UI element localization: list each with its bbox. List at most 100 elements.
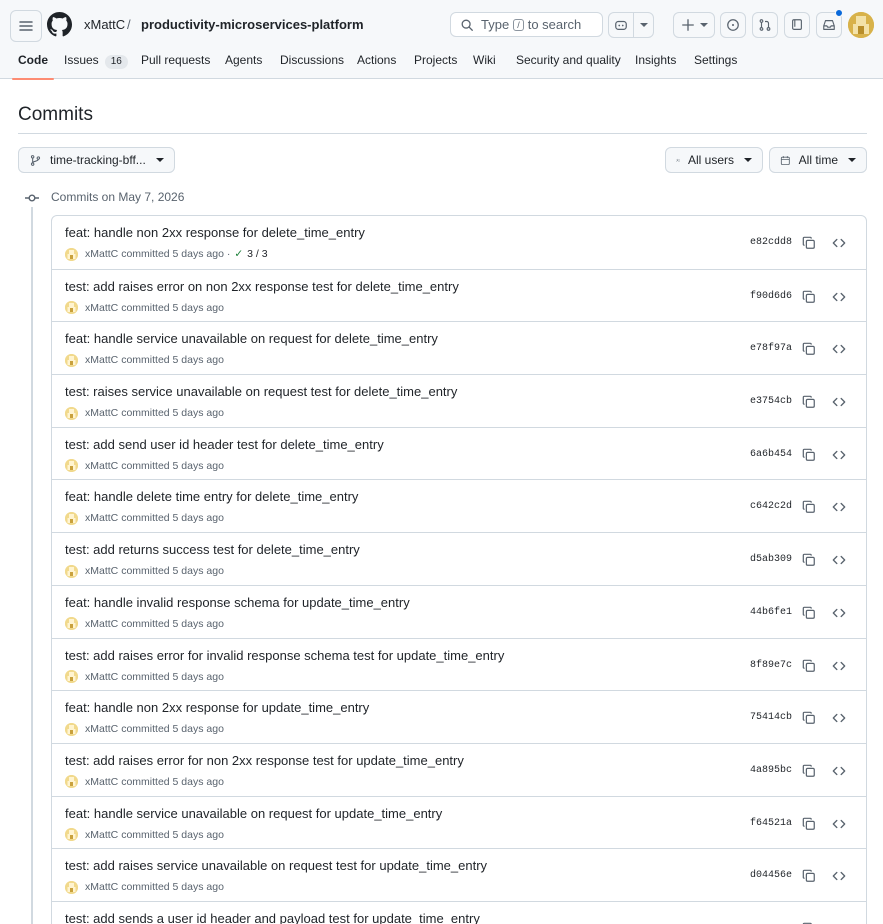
commit-author[interactable]: xMattC [85,776,118,788]
commit-sha[interactable]: 8f89e7c [750,660,792,671]
commit-author[interactable]: xMattC [85,248,118,260]
copy-sha-button[interactable] [798,549,820,571]
browse-files-button[interactable] [828,865,850,887]
commit-author[interactable]: xMattC [85,302,118,314]
commit-sha[interactable]: 44b6fe1 [750,607,792,618]
commit-row[interactable]: feat: handle service unavailable on requ… [52,795,866,849]
commit-sha[interactable]: e78f97a [750,343,792,354]
commit-author[interactable]: xMattC [85,723,118,735]
time-filter-button[interactable]: All time [769,147,867,173]
commit-message[interactable]: test: add raises error on non 2xx respon… [65,279,459,295]
github-logo-icon[interactable] [47,12,72,37]
commit-row[interactable]: test: add raises error for invalid respo… [52,637,866,691]
copy-sha-button[interactable] [798,813,820,835]
commit-author[interactable]: xMattC [85,565,118,577]
commit-sha[interactable]: e3754cb [750,396,792,407]
commit-author[interactable]: xMattC [85,671,118,683]
tab-wiki[interactable]: Wiki [473,48,496,79]
commit-author[interactable]: xMattC [85,829,118,841]
tab-code[interactable]: Code [12,48,54,80]
author-avatar[interactable] [65,564,78,578]
tab-projects[interactable]: Projects [414,48,457,79]
tab-discussions[interactable]: Discussions [280,48,344,79]
search-input[interactable]: Type / to search [450,12,603,37]
commit-sha[interactable]: 75414cb [750,712,792,723]
commit-sha[interactable]: d04456e [750,870,792,881]
commit-message[interactable]: test: add send user id header test for d… [65,437,384,453]
copy-sha-button[interactable] [798,391,820,413]
author-avatar[interactable] [65,880,78,894]
author-avatar[interactable] [65,722,78,736]
copy-sha-button[interactable] [798,444,820,466]
copilot-dropdown-button[interactable] [633,13,653,37]
tab-security-and-quality[interactable]: Security and quality [516,48,621,79]
branch-selector-button[interactable]: time-tracking-bff... [18,147,175,173]
copy-sha-button[interactable] [798,286,820,308]
copilot-button[interactable] [609,13,633,37]
copy-sha-button[interactable] [798,338,820,360]
tab-actions[interactable]: Actions [357,48,396,79]
browse-files-button[interactable] [828,232,850,254]
tab-issues[interactable]: Issues 16 [64,48,128,79]
tab-pull-requests[interactable]: Pull requests [141,48,210,79]
commit-message[interactable]: feat: handle non 2xx response for delete… [65,225,365,241]
commit-sha[interactable]: 4a895bc [750,765,792,776]
copy-sha-button[interactable] [798,496,820,518]
author-avatar[interactable] [65,459,78,473]
repositories-button[interactable] [784,12,810,38]
tab-insights[interactable]: Insights [635,48,676,79]
browse-files-button[interactable] [828,655,850,677]
commit-sha[interactable]: f90d6d6 [750,291,792,302]
user-avatar[interactable] [848,12,874,38]
commit-message[interactable]: test: add raises service unavailable on … [65,858,487,874]
commit-row[interactable]: test: add raises service unavailable on … [52,848,866,901]
pull-requests-button[interactable] [752,12,778,38]
browse-files-button[interactable] [828,707,850,729]
tab-agents[interactable]: Agents [225,48,262,79]
commit-row[interactable]: test: add raises error on non 2xx respon… [52,268,866,322]
author-avatar[interactable] [65,353,78,367]
copy-sha-button[interactable] [798,865,820,887]
browse-files-button[interactable] [828,496,850,518]
commit-author[interactable]: xMattC [85,460,118,472]
hamburger-menu-button[interactable] [10,10,42,42]
copy-sha-button[interactable] [798,232,820,254]
commit-message[interactable]: feat: handle delete time entry for delet… [65,489,358,505]
users-filter-button[interactable]: All users [665,147,763,173]
commit-sha[interactable]: e82cdd8 [750,237,792,248]
commit-message[interactable]: feat: handle service unavailable on requ… [65,806,442,822]
browse-files-button[interactable] [828,549,850,571]
commit-sha[interactable]: f64521a [750,818,792,829]
browse-files-button[interactable] [828,338,850,360]
commit-row[interactable]: test: add returns success test for delet… [52,532,866,585]
author-avatar[interactable] [65,511,78,525]
copy-sha-button[interactable] [798,655,820,677]
commit-row[interactable]: test: add sends a user id header and pay… [52,900,866,924]
commit-row[interactable]: feat: handle invalid response schema for… [52,584,866,638]
browse-files-button[interactable] [828,813,850,835]
author-avatar[interactable] [65,670,78,683]
commit-row[interactable]: feat: handle non 2xx response for delete… [52,216,866,269]
commit-message[interactable]: test: add sends a user id header and pay… [65,911,480,924]
commit-row[interactable]: feat: handle service unavailable on requ… [52,321,866,374]
commit-message[interactable]: feat: handle non 2xx response for update… [65,700,369,716]
commit-sha[interactable]: d5ab309 [750,554,792,565]
commit-message[interactable]: test: add returns success test for delet… [65,542,360,558]
commit-author[interactable]: xMattC [85,354,118,366]
commit-sha[interactable]: c642c2d [750,501,792,512]
author-avatar[interactable] [65,617,78,631]
browse-files-button[interactable] [828,286,850,308]
commit-sha[interactable]: 6a6b454 [750,449,792,460]
commit-author[interactable]: xMattC [85,618,118,630]
commit-row[interactable]: test: raises service unavailable on requ… [52,374,866,427]
copy-sha-button[interactable] [798,918,820,924]
breadcrumb-owner[interactable]: xMattC [84,17,125,33]
issues-button[interactable] [720,12,746,38]
commit-message[interactable]: test: add raises error for non 2xx respo… [65,753,464,769]
checks-status[interactable]: 3 / 3 [247,248,267,260]
commit-row[interactable]: feat: handle delete time entry for delet… [52,479,866,532]
commit-row[interactable]: test: add raises error for non 2xx respo… [52,742,866,796]
commit-author[interactable]: xMattC [85,512,118,524]
breadcrumb-repo[interactable]: productivity-microservices-platform [141,17,364,33]
copy-sha-button[interactable] [798,602,820,624]
